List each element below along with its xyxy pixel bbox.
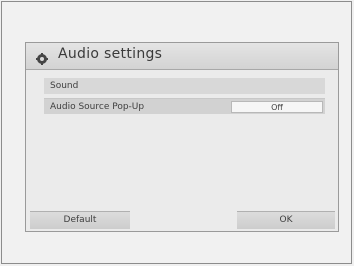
dialog-title-bar: Audio settings bbox=[26, 43, 338, 70]
list-item-sound[interactable]: Sound bbox=[44, 78, 325, 94]
ok-button[interactable]: OK bbox=[237, 211, 335, 229]
audio-source-popup-label: Audio Source Pop-Up bbox=[50, 102, 145, 112]
device-frame: Audio settings Sound Audio Source Pop-Up… bbox=[1, 1, 352, 264]
audio-source-popup-value[interactable]: Off bbox=[231, 101, 323, 113]
gear-icon bbox=[36, 50, 48, 65]
dialog-title: Audio settings bbox=[58, 46, 163, 62]
list-item-audio-source-popup[interactable]: Audio Source Pop-Up Off bbox=[44, 98, 325, 114]
audio-settings-dialog: Audio settings Sound Audio Source Pop-Up… bbox=[25, 42, 339, 232]
default-button[interactable]: Default bbox=[30, 211, 130, 229]
sound-label: Sound bbox=[50, 81, 79, 91]
